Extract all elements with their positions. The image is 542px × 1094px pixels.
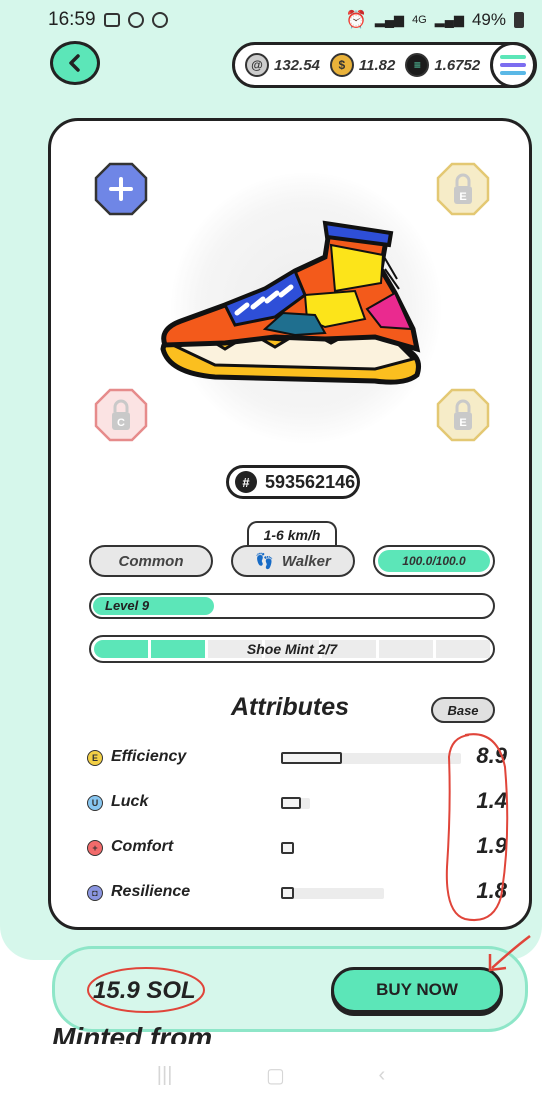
attribute-row-resilience: ◘ Resilience 1.8	[87, 878, 507, 908]
locked-gem-slot-bottom-right[interactable]: E	[435, 387, 491, 443]
durability-value: 100.0/100.0	[402, 554, 466, 568]
hash-icon: #	[235, 471, 257, 493]
speed-range: 1-6 km/h	[247, 521, 337, 547]
slot-letter: C	[117, 417, 125, 429]
alarm-icon: ⏰	[345, 10, 367, 29]
solana-icon	[500, 55, 526, 75]
sol-balance: ≡ 1.6752	[405, 53, 480, 77]
signal-icon: ▂▄▆	[374, 12, 405, 27]
recent-apps-icon[interactable]: |||	[157, 1064, 173, 1087]
attribute-name: Luck	[111, 793, 149, 810]
attribute-row-luck: U Luck 1.4	[87, 788, 507, 818]
signal-bars-icon: ▂▄▆	[434, 12, 464, 27]
network-label: 4G	[412, 14, 427, 26]
gst-balance: @ 132.54	[245, 53, 320, 77]
gmt-coin-icon: $	[329, 53, 354, 77]
type-label: Walker	[281, 552, 331, 570]
attribute-bar	[281, 887, 294, 899]
attribute-bar	[281, 842, 294, 854]
system-nav-bar: ||| ▢ ‹	[0, 1056, 542, 1094]
attribute-value: 1.8	[476, 878, 507, 903]
attribute-value: 1.9	[476, 833, 507, 858]
back-button[interactable]	[50, 41, 100, 85]
comfort-icon: +	[87, 840, 103, 856]
mint-count-bar: Shoe Mint 2/7	[89, 635, 495, 663]
attribute-value: 1.4	[476, 788, 507, 813]
durability-fill: 100.0/100.0	[378, 550, 490, 572]
attribute-bar	[281, 752, 342, 764]
luck-icon: U	[87, 795, 103, 811]
sneaker-card: E C E # 593562146 1-6 km/h Common 👣 Walk…	[48, 118, 532, 930]
attribute-row-efficiency: E Efficiency 8.9	[87, 743, 507, 773]
footprint-icon: 👣	[255, 553, 274, 570]
gst-coin-icon: @	[245, 53, 269, 77]
slot-letter: E	[459, 417, 466, 429]
messenger-icon	[127, 12, 144, 28]
level-bar: Level 9	[89, 593, 495, 619]
resilience-icon: ◘	[87, 885, 103, 901]
lock-icon: E	[436, 388, 490, 442]
type-badge: 👣 Walker	[231, 545, 355, 577]
buy-now-button[interactable]: BUY NOW	[331, 967, 503, 1013]
attribute-track	[281, 888, 384, 899]
locked-gem-slot-top-right[interactable]: E	[435, 161, 491, 217]
status-bar: 16:59 ⏰ ▂▄▆ 4G ▂▄▆ 49%	[0, 0, 542, 40]
attribute-name: Efficiency	[111, 748, 187, 765]
durability-bar: 100.0/100.0	[373, 545, 495, 577]
chain-switch-button[interactable]	[490, 42, 536, 88]
battery-icon	[514, 12, 524, 28]
gmt-amount: 11.82	[358, 56, 396, 74]
sol-amount: 1.6752	[434, 56, 481, 74]
wallet-balances: @ 132.54 $ 11.82 ≡ 1.6752	[232, 42, 537, 88]
sol-coin-icon: ≡	[405, 53, 430, 77]
price-label: 15.9 SOL	[93, 977, 196, 1004]
base-toggle-button[interactable]: Base	[431, 697, 495, 723]
locked-gem-slot-bottom-left[interactable]: C	[93, 387, 149, 443]
slot-letter: E	[459, 191, 466, 203]
minted-from-heading: Minted from	[52, 1022, 213, 1044]
attribute-name: Comfort	[111, 838, 174, 855]
lock-icon: E	[436, 162, 490, 216]
battery-level: 49%	[471, 10, 506, 29]
clock: 16:59	[48, 9, 96, 30]
level-label: Level 9	[105, 598, 150, 613]
quality-badge: Common	[89, 545, 213, 577]
gst-amount: 132.54	[274, 56, 320, 74]
attribute-name: Resilience	[111, 883, 191, 900]
efficiency-icon: E	[87, 750, 103, 766]
sneaker-id: # 593562146	[226, 465, 360, 499]
attributes-title: Attributes	[231, 693, 350, 721]
quality-label: Common	[118, 552, 184, 570]
sneaker-image	[160, 220, 421, 385]
chevron-left-icon	[69, 54, 80, 72]
add-gem-slot[interactable]	[93, 161, 149, 217]
attribute-row-comfort: + Comfort 1.9	[87, 833, 507, 863]
attribute-bar	[281, 797, 301, 809]
home-icon[interactable]: ▢	[266, 1063, 285, 1088]
sneaker-id-number: 593562146	[265, 471, 356, 492]
lock-icon: C	[94, 388, 148, 442]
gmt-balance: $ 11.82	[329, 53, 396, 77]
whatsapp-icon	[151, 12, 168, 28]
back-nav-icon[interactable]: ‹	[379, 1064, 386, 1087]
gallery-icon	[103, 13, 120, 27]
mint-count-label: Shoe Mint 2/7	[246, 641, 338, 657]
add-icon	[94, 162, 148, 216]
attribute-value: 8.9	[476, 743, 507, 768]
